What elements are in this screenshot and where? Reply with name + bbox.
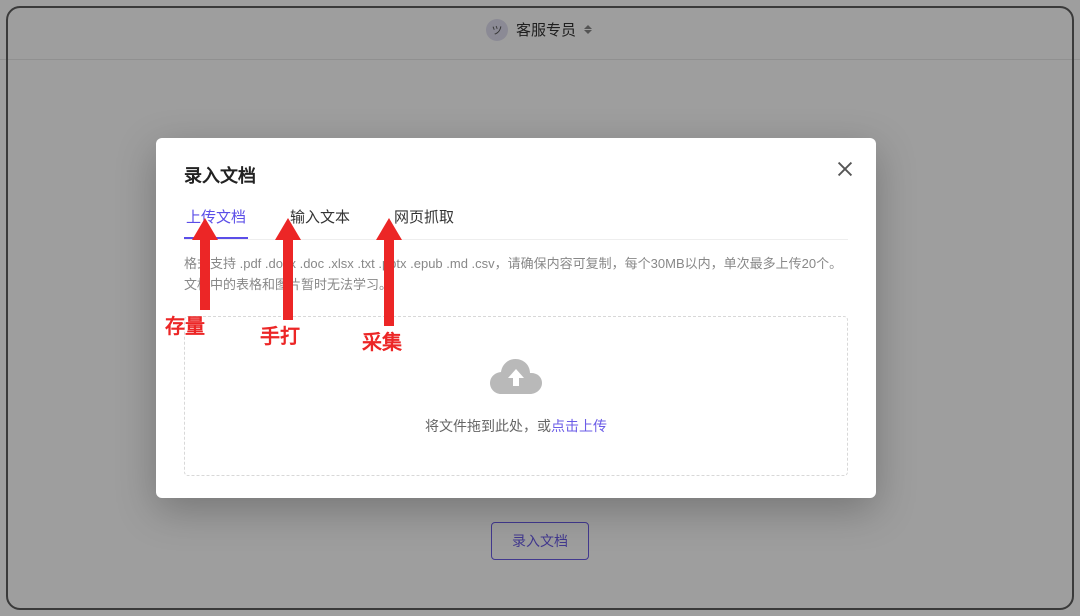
format-help-text: 格式支持 .pdf .docx .doc .xlsx .txt .pptx .e…	[184, 254, 848, 296]
tab-web-scrape[interactable]: 网页抓取	[392, 206, 456, 239]
help-line-1: 格式支持 .pdf .docx .doc .xlsx .txt .pptx .e…	[184, 256, 842, 271]
modal-tabs: 上传文档 输入文本 网页抓取	[184, 206, 848, 240]
file-dropzone[interactable]: 将文件拖到此处，或点击上传	[184, 316, 848, 476]
import-modal: 录入文档 上传文档 输入文本 网页抓取 格式支持 .pdf .docx .doc…	[156, 138, 876, 498]
tab-upload-doc[interactable]: 上传文档	[184, 206, 248, 239]
dropzone-text: 将文件拖到此处，或点击上传	[425, 416, 607, 436]
close-icon[interactable]	[834, 158, 856, 180]
upload-link[interactable]: 点击上传	[551, 418, 607, 434]
dropzone-prefix: 将文件拖到此处，或	[425, 418, 551, 434]
help-line-2: 文档中的表格和图片暂时无法学习。	[184, 277, 392, 292]
cloud-upload-icon	[490, 355, 542, 402]
tab-input-text[interactable]: 输入文本	[288, 206, 352, 239]
modal-title: 录入文档	[184, 162, 848, 188]
